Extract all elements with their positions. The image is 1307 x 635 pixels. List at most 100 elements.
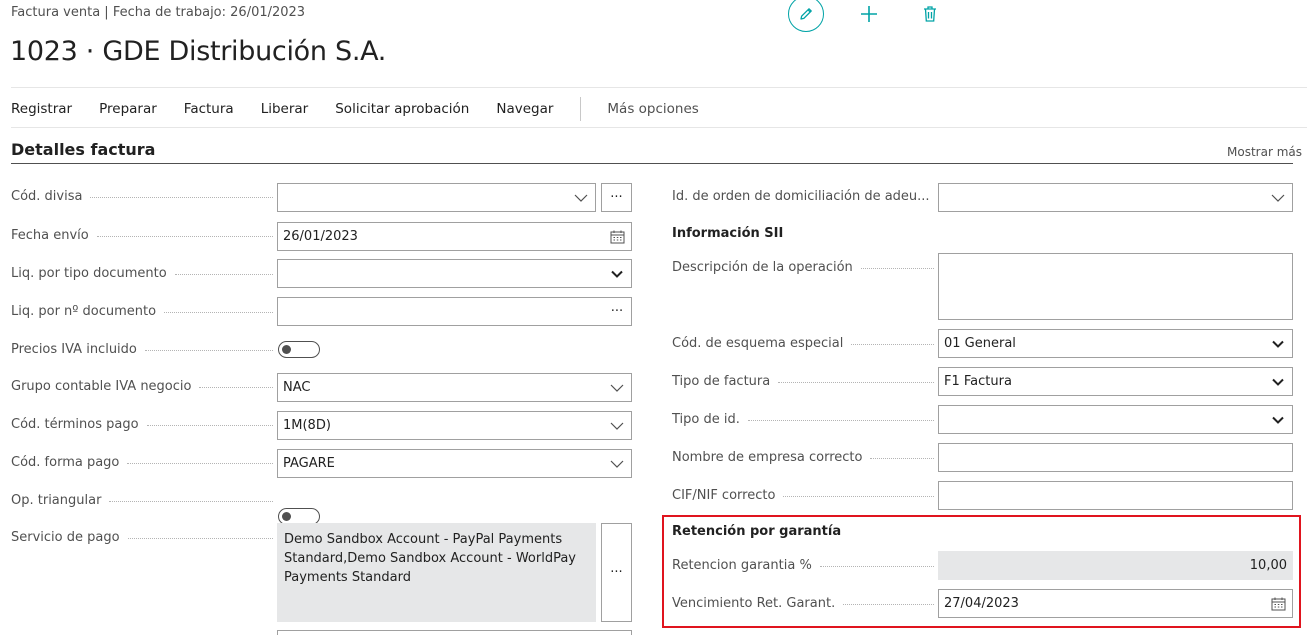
liq-num-doc-label: Liq. por nº documento (11, 304, 273, 319)
action-liberar[interactable]: Liberar (261, 101, 309, 117)
liq-tipo-doc-label-text: Liq. por tipo documento (11, 266, 167, 281)
ellipsis-icon[interactable]: ··· (603, 304, 631, 319)
trash-icon (924, 6, 936, 22)
descripcion-textarea[interactable] (938, 253, 1293, 320)
cif-nif-input[interactable] (938, 481, 1293, 510)
vencimiento-value: 27/04/2023 (944, 596, 1019, 611)
vencimiento-label-text: Vencimiento Ret. Garant. (672, 596, 836, 611)
tipo-id-select[interactable] (938, 405, 1293, 434)
terminos-pago-select[interactable]: 1M(8D) (277, 411, 632, 440)
cod-divisa-label-text: Cód. divisa (11, 189, 83, 204)
label-dots (90, 197, 273, 198)
ellipsis-icon: ··· (610, 190, 623, 205)
terminos-pago-label: Cód. términos pago (11, 417, 273, 432)
precios-iva-label-text: Precios IVA incluido (11, 342, 137, 357)
label-dots (144, 350, 273, 351)
forma-pago-label-text: Cód. forma pago (11, 455, 120, 470)
toggle-knob (282, 344, 291, 354)
label-dots (851, 344, 934, 345)
nombre-empresa-label-text: Nombre de empresa correcto (672, 450, 863, 465)
action-mas-opciones[interactable]: Más opciones (607, 101, 698, 117)
grupo-iva-label-text: Grupo contable IVA negocio (11, 379, 192, 394)
servicio-pago-lookup-button[interactable]: ··· (601, 523, 632, 622)
servicio-pago-label: Servicio de pago (11, 530, 273, 545)
label-dots (783, 496, 934, 497)
action-navegar[interactable]: Navegar (496, 101, 553, 117)
servicio-pago-label-text: Servicio de pago (11, 530, 120, 545)
ellipsis-icon: ··· (610, 565, 623, 580)
fecha-envio-value: 26/01/2023 (283, 229, 358, 244)
retencion-heading: Retención por garantía (672, 524, 842, 539)
esquema-select[interactable]: 01 General (938, 329, 1293, 358)
tipo-factura-select[interactable]: F1 Factura (938, 367, 1293, 396)
cod-divisa-lookup-button[interactable]: ··· (601, 183, 632, 212)
forma-pago-label: Cód. forma pago (11, 455, 273, 470)
label-dots (127, 463, 273, 464)
tipo-factura-value: F1 Factura (944, 374, 1012, 389)
section-title: Detalles factura (11, 140, 156, 159)
grupo-iva-select[interactable]: NAC (277, 373, 632, 402)
servicio-pago-value: Demo Sandbox Account - PayPal Payments S… (284, 532, 576, 585)
action-separator (580, 97, 582, 121)
calendar-icon[interactable] (603, 230, 631, 244)
next-field-partial (277, 630, 632, 635)
label-dots (747, 420, 934, 421)
label-dots (174, 274, 273, 275)
chevron-down-icon (603, 460, 631, 468)
new-button[interactable] (851, 0, 887, 32)
label-dots (860, 268, 934, 269)
forma-pago-select[interactable]: PAGARE (277, 449, 632, 478)
tipo-factura-label: Tipo de factura (672, 374, 934, 389)
breadcrumb: Factura venta | Fecha de trabajo: 26/01/… (11, 5, 306, 20)
liq-num-doc-input[interactable]: ··· (277, 297, 632, 326)
retencion-pct-field: 10,00 (938, 551, 1293, 580)
fecha-envio-input[interactable]: 26/01/2023 (277, 222, 632, 251)
servicio-pago-field: Demo Sandbox Account - PayPal Payments S… (277, 523, 596, 622)
descripcion-label: Descripción de la operación (672, 260, 934, 275)
chevron-down-bold-icon (1264, 378, 1292, 386)
label-dots (127, 538, 273, 539)
label-dots (199, 387, 273, 388)
action-registrar[interactable]: Registrar (11, 101, 72, 117)
tipo-id-label-text: Tipo de id. (672, 412, 740, 427)
nombre-empresa-input[interactable] (938, 443, 1293, 472)
liq-tipo-doc-label: Liq. por tipo documento (11, 266, 273, 281)
cod-divisa-select[interactable] (277, 183, 596, 212)
terminos-pago-label-text: Cód. términos pago (11, 417, 139, 432)
esquema-label-text: Cód. de esquema especial (672, 336, 844, 351)
label-dots (164, 312, 273, 313)
label-dots (843, 604, 934, 605)
chevron-down-icon (1264, 194, 1292, 202)
id-orden-select[interactable] (938, 183, 1293, 212)
esquema-value: 01 General (944, 336, 1016, 351)
section-underline (11, 163, 1293, 164)
id-orden-label: Id. de orden de domiciliación de adeu... (672, 189, 934, 204)
action-bar: Registrar Preparar Factura Liberar Solic… (11, 97, 726, 121)
vencimiento-input[interactable]: 27/04/2023 (938, 589, 1293, 618)
plus-icon (861, 6, 877, 22)
calendar-icon[interactable] (1264, 597, 1292, 611)
chevron-down-icon (567, 194, 595, 202)
precios-iva-toggle[interactable] (278, 341, 320, 358)
tipo-factura-label-text: Tipo de factura (672, 374, 771, 389)
header-divider (11, 87, 1307, 88)
vencimiento-label: Vencimiento Ret. Garant. (672, 596, 934, 611)
chevron-down-icon (603, 384, 631, 392)
edit-button[interactable] (788, 0, 824, 32)
retencion-pct-label: Retencion garantia % (672, 558, 934, 573)
cif-nif-label: CIF/NIF correcto (672, 488, 934, 503)
action-preparar[interactable]: Preparar (99, 101, 157, 117)
delete-button[interactable] (912, 0, 948, 32)
grupo-iva-label: Grupo contable IVA negocio (11, 379, 273, 394)
retencion-pct-label-text: Retencion garantia % (672, 558, 812, 573)
action-factura[interactable]: Factura (184, 101, 234, 117)
chevron-down-icon (603, 422, 631, 430)
label-dots (778, 382, 934, 383)
fecha-envio-label: Fecha envío (11, 228, 273, 243)
show-more-link[interactable]: Mostrar más (1227, 145, 1302, 159)
label-dots (96, 236, 273, 237)
liq-tipo-doc-select[interactable] (277, 259, 632, 288)
terminos-pago-value: 1M(8D) (283, 418, 331, 433)
action-solicitar-aprobacion[interactable]: Solicitar aprobación (335, 101, 469, 117)
label-dots (109, 501, 273, 502)
